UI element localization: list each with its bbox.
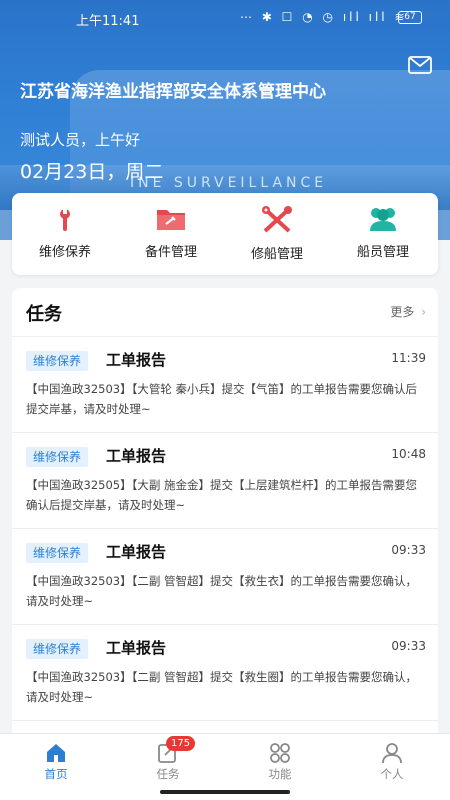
task-title: 工单报告	[106, 351, 167, 369]
task-title: 工单报告	[106, 543, 167, 561]
grid-icon	[224, 742, 336, 764]
task-tag: 维修保养	[26, 447, 89, 467]
page-title: 江苏省海洋渔业指挥部安全体系管理中心	[20, 82, 326, 102]
task-body: 【中国渔政32505】【大副 施金金】提交【上层建筑栏杆】的工单报告需要您确认后…	[26, 478, 417, 512]
quick-action-label: 维修保养	[38, 245, 91, 260]
task-item[interactable]: 维修保养 工单报告 09:33 【中国渔政32503】【二副 管智超】提交【救生…	[12, 625, 438, 721]
quick-action-crew[interactable]: 船员管理	[330, 205, 436, 260]
task-time: 09:33	[391, 543, 426, 557]
more-label: 更多	[390, 305, 415, 319]
quick-action-label: 船员管理	[356, 245, 409, 260]
quick-action-label: 备件管理	[144, 245, 197, 260]
tools-icon	[224, 205, 330, 235]
quick-action-ship-repair[interactable]: 修船管理	[224, 205, 330, 262]
tab-label: 首页	[44, 767, 68, 781]
task-item[interactable]: 维修保养 工单报告 11:39 【中国渔政32503】【大管轮 秦小兵】提交【气…	[12, 337, 438, 433]
home-icon	[0, 742, 112, 764]
task-tag: 维修保养	[26, 543, 89, 563]
task-body: 【中国渔政32503】【大管轮 秦小兵】提交【气笛】的工单报告需要您确认后提交岸…	[26, 382, 417, 416]
task-card: 任务 更多 › 维修保养 工单报告 11:39 【中国渔政32503】【大管轮 …	[12, 288, 438, 748]
date-text: 02月23日，周二	[20, 161, 164, 183]
status-bar: 上午11:41 ⋯ ✱ ☐ ◔ ◷ ıll ıll ≋ 67	[0, 0, 450, 36]
crew-icon	[330, 205, 436, 233]
task-tag: 维修保养	[26, 351, 89, 371]
mail-icon[interactable]	[408, 56, 432, 74]
battery-icon: 67	[398, 11, 422, 24]
task-time: 09:33	[391, 639, 426, 653]
quick-action-maintenance[interactable]: 维修保养	[12, 205, 118, 260]
task-time: 11:39	[391, 351, 426, 365]
status-time: 上午11:41	[76, 14, 140, 29]
greeting-text: 测试人员，上午好	[20, 131, 141, 149]
quick-action-spare-parts[interactable]: 备件管理	[118, 205, 224, 260]
tab-functions[interactable]: 功能	[224, 742, 336, 782]
more-link[interactable]: 更多 ›	[390, 303, 426, 320]
task-title: 工单报告	[106, 447, 167, 465]
chevron-right-icon: ›	[421, 305, 426, 319]
task-tag: 维修保养	[26, 639, 89, 659]
task-section-title: 任务	[26, 304, 62, 325]
task-item[interactable]: 维修保养 工单报告 10:48 【中国渔政32505】【大副 施金金】提交【上层…	[12, 433, 438, 529]
task-count-badge: 175	[166, 736, 196, 751]
task-title: 工单报告	[106, 639, 167, 657]
folder-wrench-icon	[118, 205, 224, 233]
home-indicator	[160, 790, 290, 794]
task-body: 【中国渔政32503】【二副 管智超】提交【救生圈】的工单报告需要您确认，请及时…	[26, 670, 417, 704]
tab-label: 功能	[268, 767, 292, 781]
task-item[interactable]: 维修保养 工单报告 09:33 【中国渔政32503】【二副 管智超】提交【救生…	[12, 529, 438, 625]
quick-action-label: 修船管理	[250, 247, 303, 262]
tab-label: 任务	[156, 767, 180, 781]
tab-label: 个人	[380, 767, 404, 781]
wrench-icon	[12, 205, 118, 233]
quick-actions-card: 维修保养 备件管理 修船管理 船员管理	[12, 193, 438, 275]
status-icons: ⋯ ✱ ☐ ◔ ◷ ıll ıll ≋	[240, 10, 408, 24]
tab-profile[interactable]: 个人	[336, 742, 448, 782]
task-body: 【中国渔政32503】【二副 管智超】提交【救生衣】的工单报告需要您确认，请及时…	[26, 574, 417, 608]
person-icon	[336, 742, 448, 764]
task-time: 10:48	[391, 447, 426, 461]
tab-home[interactable]: 首页	[0, 742, 112, 782]
